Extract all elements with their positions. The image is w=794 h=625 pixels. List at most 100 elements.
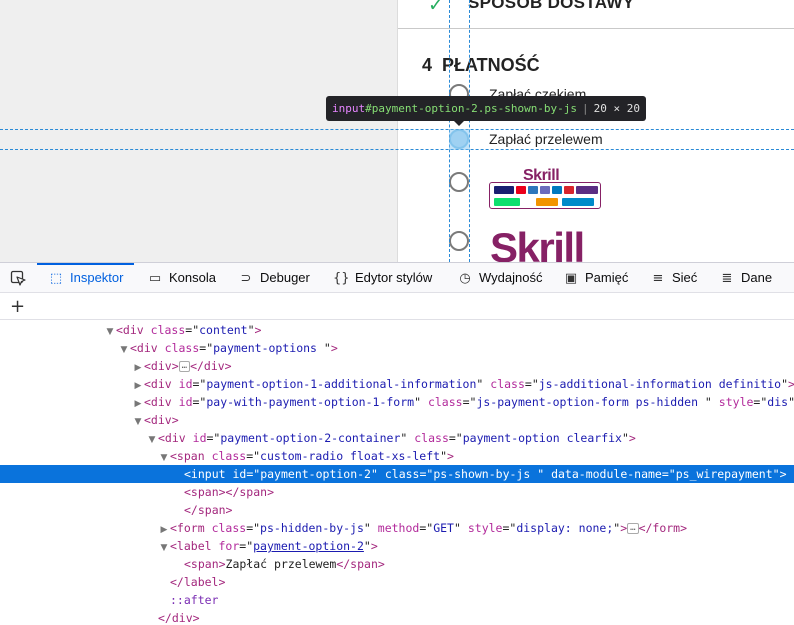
attr-value: payment-option-2-container [220, 431, 401, 445]
attr-eq: =" [246, 521, 261, 535]
attr-eq: =" [199, 341, 214, 355]
tag-markup: </label> [170, 575, 226, 589]
attr-quote: " [772, 467, 780, 481]
highlighted-element-box [449, 129, 470, 150]
attr-quote: " [363, 539, 371, 553]
attr-value: dis [767, 395, 789, 409]
diners-badge [552, 186, 562, 194]
attr-eq: =" [524, 377, 539, 391]
step-title-payment-text: PŁATNOŚĆ [442, 55, 540, 75]
checkout-step-shipping[interactable]: ✓ SPOSÓB DOSTAWY [398, 0, 794, 29]
attr-quote: " [476, 377, 484, 391]
attr-value: pay-with-payment-option-1-form [206, 395, 415, 409]
highlighter-infobar: input#payment-option-2.ps-shown-by-js | 20… [326, 96, 647, 121]
tab-debuger[interactable]: ⊃ Debuger [238, 263, 310, 293]
markup-line[interactable]: </span> [0, 501, 794, 519]
markup-line[interactable]: <span></span> [0, 483, 794, 501]
attr-eq: =" [246, 449, 261, 463]
tag-close-bracket: > [171, 413, 179, 427]
tab-dane[interactable]: ≣ Dane [719, 263, 773, 293]
attr-value: js-payment-option-form ps-hidden [476, 395, 705, 409]
skrill-logo-large[interactable]: Skrill [490, 224, 585, 262]
payment-option-3-radio[interactable] [449, 172, 469, 192]
markup-line[interactable]: ▶ <div id="pay-with-payment-option-1-form… [0, 393, 794, 411]
attr-eq: =" [246, 467, 261, 481]
element-picker-icon[interactable] [10, 270, 26, 286]
collapsed-content-badge: … [627, 523, 639, 534]
attr-quote: " [537, 467, 545, 481]
tag-name: <div [144, 395, 172, 409]
attr-eq: =" [462, 395, 477, 409]
markup-line[interactable]: ▼ <div class="payment-options "> [0, 339, 794, 357]
attr-quote: " [370, 467, 378, 481]
tab-edytor-stylów[interactable]: {} Edytor stylów [333, 263, 432, 293]
attr-value: ps_wirepayment [675, 467, 773, 481]
attr-eq: =" [239, 539, 254, 553]
attr-value: payment-option-2 [253, 539, 364, 553]
tag-close-bracket: > [171, 359, 179, 373]
markup-line[interactable]: ▼ <span class="custom-radio float-xs-left… [0, 447, 794, 465]
attr-value: GET [433, 521, 454, 535]
tab-inspektor[interactable]: ⬚ Inspektor [48, 263, 124, 293]
markup-line[interactable]: ::after [0, 591, 794, 609]
step-number: 4 [422, 55, 433, 75]
network-icon: ≡ [652, 271, 664, 286]
trustly-badge [494, 198, 520, 206]
markup-line[interactable]: </label> [0, 573, 794, 591]
attr-name: class [150, 323, 186, 337]
pseudo-element: ::after [170, 593, 219, 607]
paysafecard-badge [562, 198, 594, 206]
add-node-button[interactable]: + [10, 294, 25, 320]
attr-name: style [718, 395, 754, 409]
inspector-icon: ⬚ [49, 271, 63, 286]
attr-quote: " [704, 395, 712, 409]
highlighter-guide-bottom [0, 149, 794, 150]
paysafe-badge [564, 186, 574, 194]
skrill-payment-methods-logo[interactable]: Skrill [489, 167, 601, 209]
closing-tag: </form> [638, 521, 688, 535]
tab-konsola[interactable]: ▭ Konsola [147, 263, 216, 293]
visa-badge [494, 186, 514, 194]
markup-line[interactable]: ▼ <div id="payment-option-2-container" cl… [0, 429, 794, 447]
tab-sieć[interactable]: ≡ Sieć [650, 263, 698, 293]
attr-quote: " [788, 395, 794, 409]
attr-value: payment-option-1-additional-information [206, 377, 477, 391]
tag-name: <div [130, 341, 158, 355]
markup-line[interactable]: ▶ <form class="ps-hidden-by-js" method="G… [0, 519, 794, 537]
markup-line[interactable]: ▶ <div>… </div> [0, 357, 794, 375]
attr-eq: =" [753, 395, 768, 409]
devtools-panel: ⬚ Inspektor ▭ Konsola ⊃ Debuger {} Edytor styló… [0, 262, 794, 625]
tag-name: <div [116, 323, 144, 337]
markup-view[interactable]: ▼ <div class="content"> ▼ <div class="payme… [0, 321, 794, 625]
attr-name: id [232, 467, 247, 481]
tag-close-bracket: > [447, 449, 454, 463]
payment-option-4-radio[interactable] [449, 231, 469, 251]
attr-quote: " [414, 395, 422, 409]
highlighter-guide-top [0, 129, 794, 130]
markup-line[interactable]: ▼ <div class="content"> [0, 321, 794, 339]
performance-icon: ◷ [459, 271, 471, 286]
tab-wydajność[interactable]: ◷ Wydajność [457, 263, 542, 293]
page-viewport: ✓ SPOSÓB DOSTAWY 4 PŁATNOŚĆ Zapłać czekie… [0, 0, 794, 262]
rapid-badge [576, 186, 598, 194]
markup-line[interactable]: <span>Zapłać przelewem</span> [0, 555, 794, 573]
payment-option-2-label[interactable]: Zapłać przelewem [489, 131, 603, 147]
attr-value: ps-hidden-by-js [260, 521, 364, 535]
style-editor-icon: {} [333, 271, 350, 286]
attr-name: class [414, 431, 449, 445]
markup-line[interactable]: </div> [0, 609, 794, 625]
markup-line[interactable]: ▼ <label for="payment-option-2"> [0, 537, 794, 555]
tab-label: Pamięć [585, 270, 629, 285]
markup-line[interactable]: ▶ <div id="payment-option-1-additional-in… [0, 375, 794, 393]
checkmark-icon: ✓ [428, 0, 444, 16]
attr-eq: =" [661, 467, 676, 481]
attr-quote: " [363, 521, 371, 535]
markup-line-selected[interactable]: <input id="payment-option-2" class="ps-s… [0, 465, 794, 483]
tab-label: Inspektor [70, 270, 124, 285]
tag-close-bracket: > [620, 521, 628, 535]
tab-pamięć[interactable]: ▣ Pamięć [563, 263, 629, 293]
attr-value: content [199, 323, 248, 337]
tab-label: Sieć [672, 270, 698, 285]
infobar-selector: #payment-option-2.ps-shown-by-js [365, 102, 578, 115]
markup-line[interactable]: ▼ <div> [0, 411, 794, 429]
